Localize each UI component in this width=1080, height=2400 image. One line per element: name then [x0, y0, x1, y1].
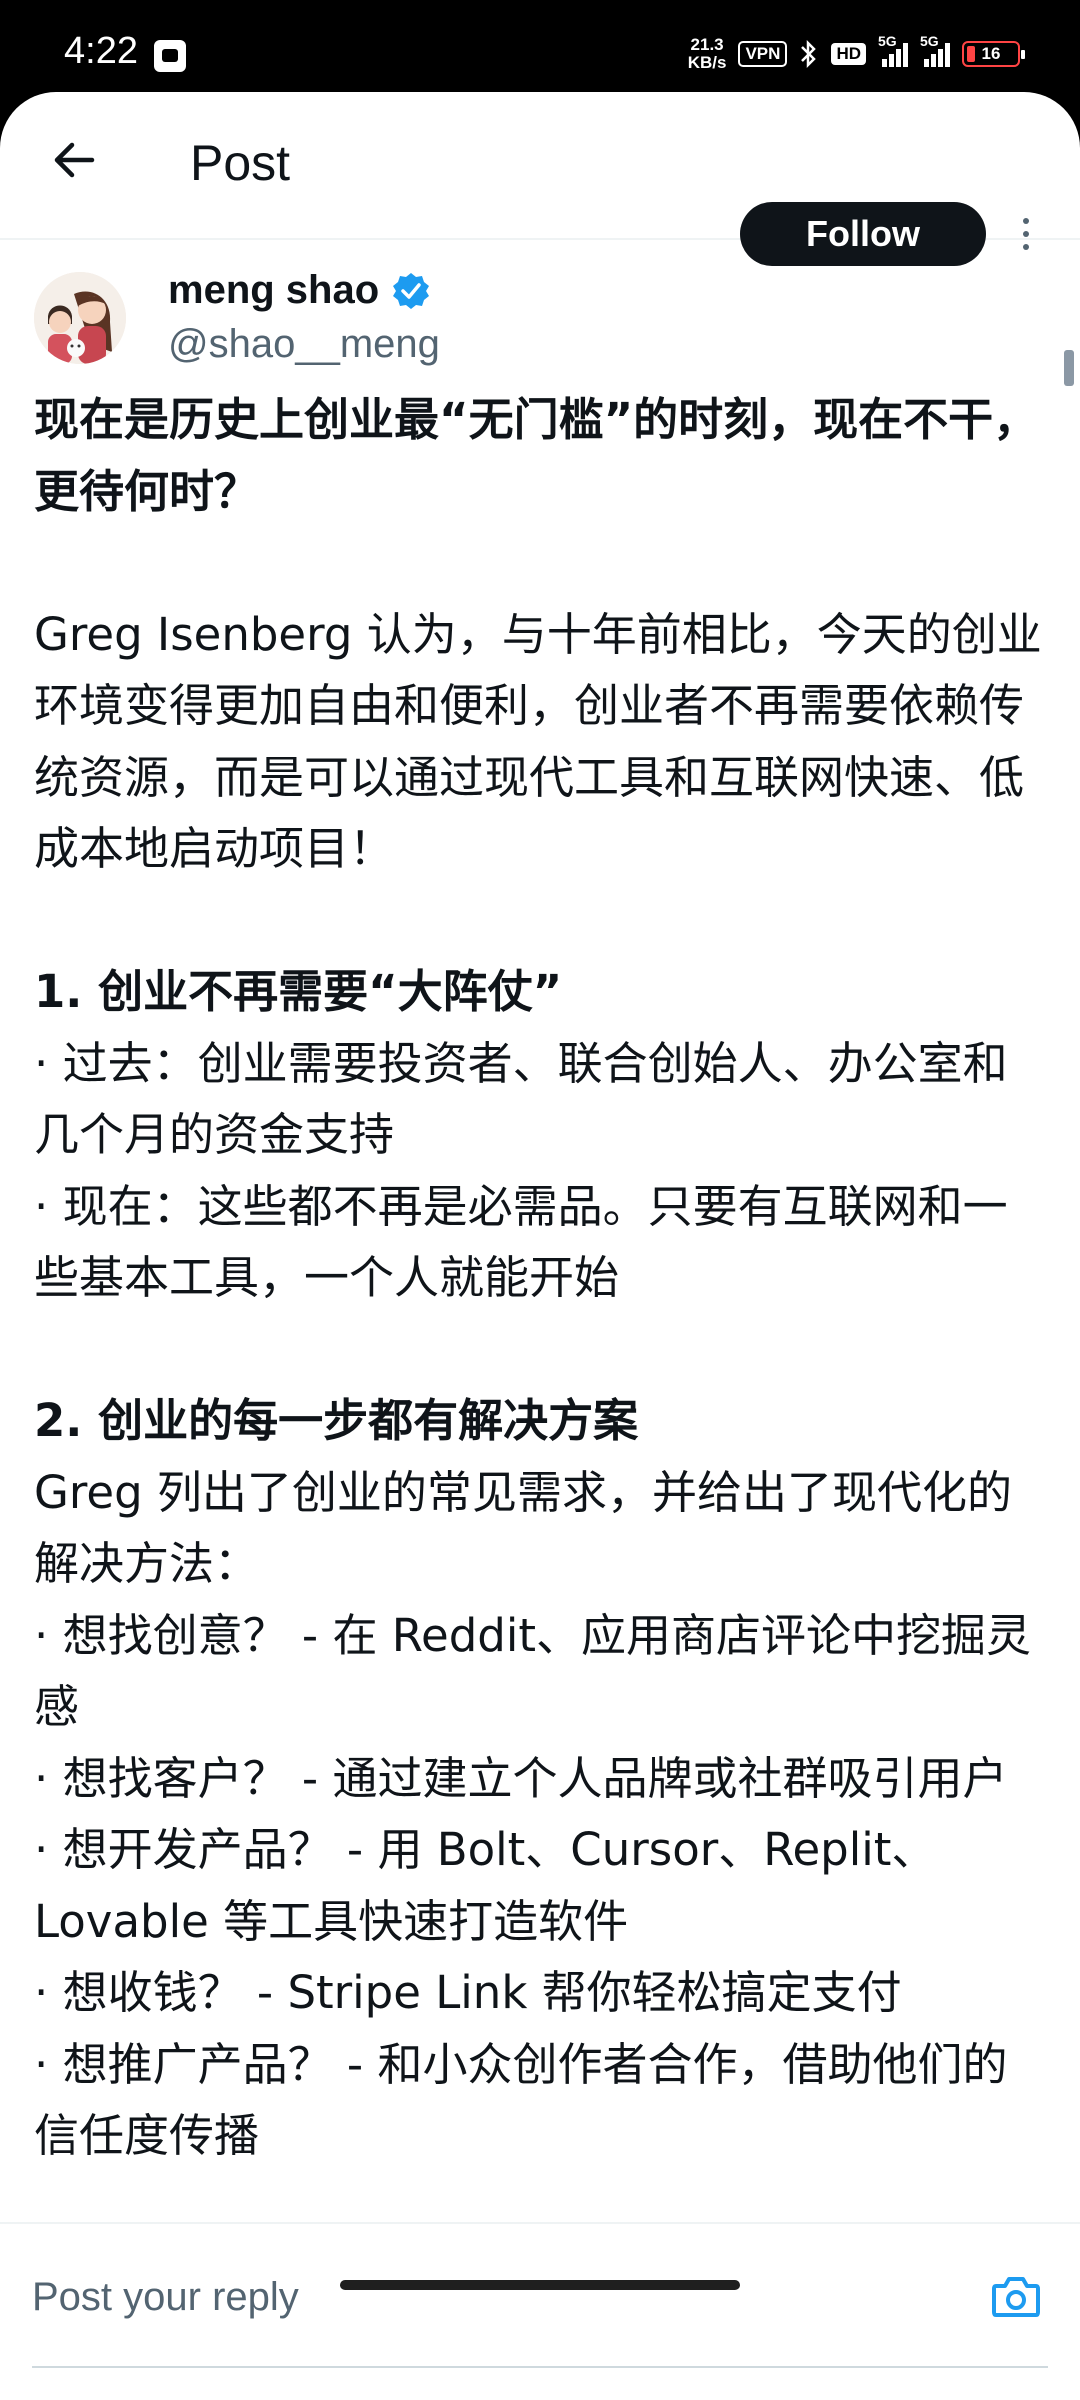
- avatar-illustration: [34, 272, 126, 364]
- signal-icon-2: 5G: [920, 33, 950, 67]
- vpn-icon: VPN: [738, 41, 788, 67]
- page-title: Post: [190, 135, 291, 191]
- list-item: · 过去：创业需要投资者、联合创始人、办公室和几个月的资金支持: [34, 1036, 1008, 1162]
- list-item: · 想找创意？ - 在 Reddit、应用商店评论中挖掘灵感: [34, 1608, 1031, 1734]
- follow-button[interactable]: Follow: [740, 202, 986, 266]
- network-speed-unit: KB/s: [687, 53, 727, 72]
- more-options-icon[interactable]: [1016, 204, 1036, 264]
- signal-label-1: 5G: [878, 33, 897, 49]
- name-row[interactable]: meng shao: [168, 268, 431, 313]
- author-row: meng shao @shao__meng: [0, 262, 1080, 382]
- signal-icon-1: 5G: [878, 33, 908, 67]
- list-item: · 现在：这些都不再是必需品。只要有互联网和一些基本工具，一个人就能开始: [34, 1179, 1008, 1305]
- network-speed: 21.3 KB/s: [688, 36, 727, 72]
- status-time: 4:22: [64, 30, 138, 72]
- scrollbar[interactable]: [1064, 350, 1074, 386]
- section-heading-2: 2. 创业的每一步都有解决方案: [34, 1394, 639, 1447]
- list-item: · 想收钱？ - Stripe Link 帮你轻松搞定支付: [34, 1966, 902, 2019]
- post-sheet: Post meng shao @shao__meng Follow 现在是历史上…: [0, 92, 1080, 2400]
- signal-label-2: 5G: [920, 33, 939, 49]
- section-heading-1: 1. 创业不再需要“大阵仗”: [34, 965, 563, 1018]
- battery-level: 16: [981, 44, 1001, 63]
- list-item: · 想找客户？ - 通过建立个人品牌或社群吸引用户: [34, 1751, 1008, 1805]
- status-indicators: 21.3 KB/s VPN HD 5G 5G 16: [688, 33, 1025, 72]
- network-speed-value: 21.3: [690, 35, 724, 54]
- list-item: · 想推广产品？ - 和小众创作者合作，借助他们的信任度传播: [34, 2037, 1008, 2163]
- camera-icon[interactable]: [990, 2272, 1042, 2320]
- hd-voice-icon: HD: [831, 43, 866, 65]
- post-title: 现在是历史上创业最“无门槛”的时刻，现在不干，更待何时？: [34, 393, 1039, 518]
- post-intro: Greg Isenberg 认为，与十年前相比，今天的创业环境变得更加自由和便利…: [34, 607, 1042, 876]
- avatar[interactable]: [34, 272, 126, 364]
- bluetooth-icon: [801, 39, 817, 69]
- handle[interactable]: @shao__meng: [168, 322, 440, 367]
- reply-bar: [0, 2222, 1080, 2400]
- reply-input[interactable]: [32, 2262, 932, 2332]
- arrow-left-icon[interactable]: [46, 132, 102, 188]
- battery-icon: 16: [962, 41, 1025, 67]
- list-item: · 想开发产品？ - 用 Bolt、Cursor、Replit、Lovable …: [34, 1823, 937, 1948]
- home-indicator[interactable]: [340, 2280, 740, 2290]
- post-text: 现在是历史上创业最“无门槛”的时刻，现在不干，更待何时？ Greg Isenbe…: [34, 384, 1046, 2172]
- notification-app-icon: [154, 40, 186, 72]
- verified-badge-icon: [393, 272, 430, 309]
- display-name[interactable]: meng shao: [168, 268, 379, 313]
- reply-underline: [32, 2366, 1048, 2368]
- section-intro-2: Greg 列出了创业的常见需求，并给出了现代化的解决方法：: [34, 1465, 1012, 1591]
